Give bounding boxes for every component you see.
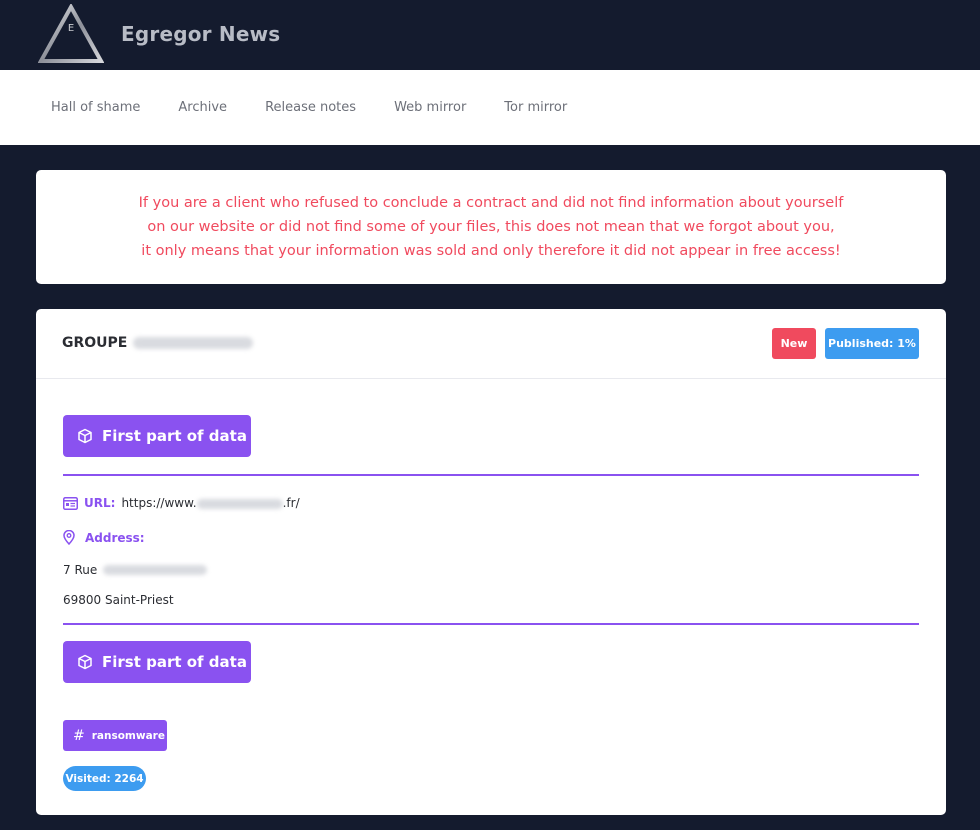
address-line-1: 7 Rue	[63, 563, 208, 577]
card-header: GROUPE New Published: 1%	[36, 309, 946, 379]
map-pin-icon	[63, 530, 75, 545]
data-button-label: First part of data	[102, 427, 247, 445]
published-badge: Published: 1%	[825, 328, 919, 359]
nav-archive[interactable]: Archive	[178, 100, 227, 115]
data-button-label: First part of data	[102, 653, 247, 671]
main-nav: Hall of shame Archive Release notes Web …	[0, 70, 980, 145]
url-label: URL:	[84, 496, 116, 510]
redacted-domain	[196, 498, 283, 509]
nav-release-notes[interactable]: Release notes	[265, 100, 356, 115]
tag-label: ransomware	[91, 729, 165, 742]
warning-notice: If you are a client who refused to concl…	[36, 170, 946, 284]
address-street: 7 Rue	[63, 563, 98, 577]
address-line-2: 69800 Saint-Priest	[63, 593, 174, 607]
box-icon	[78, 654, 92, 670]
url-prefix: https://www.	[121, 496, 197, 510]
address-label: Address:	[85, 530, 145, 545]
redacted-company-name	[133, 337, 254, 349]
visited-count-badge: Visited: 2264	[63, 766, 146, 791]
address-label-row: Address:	[63, 530, 145, 545]
notice-line-2: on our website or did not find some of y…	[147, 219, 835, 235]
url-value[interactable]: https://www. .fr/	[121, 496, 299, 510]
brand-title[interactable]: Egregor News	[121, 22, 280, 46]
nav-tor-mirror[interactable]: Tor mirror	[504, 100, 567, 115]
browser-window-icon	[63, 496, 78, 510]
logo-letter: E	[68, 23, 74, 34]
redacted-street-name	[103, 565, 208, 575]
new-badge: New	[772, 328, 816, 359]
hash-icon: #	[73, 727, 85, 744]
section-divider-2	[63, 623, 919, 625]
first-part-of-data-button-2[interactable]: First part of data	[63, 641, 251, 683]
site-header: E Egregor News	[0, 0, 980, 70]
notice-line-1: If you are a client who refused to concl…	[138, 195, 844, 211]
nav-hall-of-shame[interactable]: Hall of shame	[51, 100, 140, 115]
box-icon	[78, 428, 92, 444]
section-divider	[63, 474, 919, 476]
ransomware-tag[interactable]: # ransomware	[63, 720, 167, 751]
address-city: 69800 Saint-Priest	[63, 593, 174, 607]
triangle-logo-icon[interactable]: E	[38, 4, 104, 64]
url-suffix: .fr/	[282, 496, 300, 510]
nav-web-mirror[interactable]: Web mirror	[394, 100, 466, 115]
notice-line-3: it only means that your information was …	[141, 243, 841, 259]
card-title: GROUPE	[62, 335, 254, 351]
first-part-of-data-button[interactable]: First part of data	[63, 415, 251, 457]
url-row: URL: https://www. .fr/	[63, 496, 300, 510]
victim-card: GROUPE New Published: 1% First part of d…	[36, 309, 946, 815]
card-title-text: GROUPE	[62, 335, 128, 351]
